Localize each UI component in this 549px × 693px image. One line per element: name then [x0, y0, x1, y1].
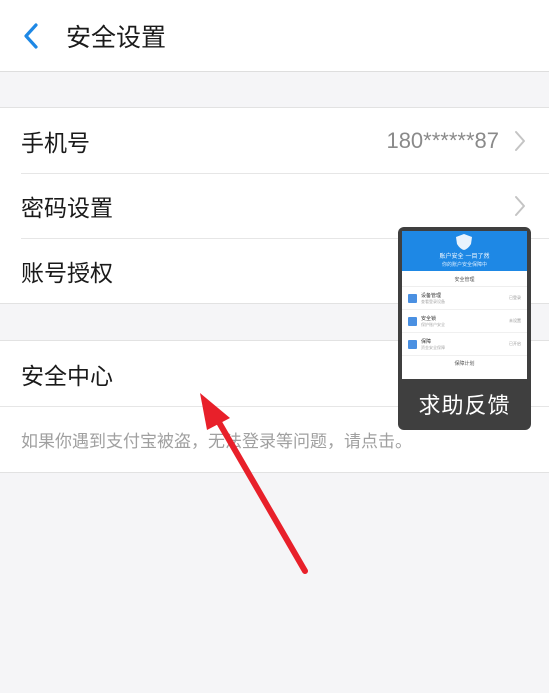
preview-item-desc: 保护账户安全	[421, 321, 445, 327]
preview-banner-line2: 你的账户安全保障中	[441, 262, 487, 268]
help-feedback-label: 求助反馈	[418, 394, 511, 419]
preview-item-desc: 资金安全保障	[421, 344, 445, 350]
phone-number-value: 180******87	[386, 127, 499, 153]
shield-icon	[456, 234, 472, 250]
preview-item-status: 已开启	[509, 341, 521, 346]
chevron-right-icon	[515, 130, 525, 151]
phone-number-label: 手机号	[21, 130, 90, 157]
list-item: 设备管理 查看登录设备 已登录	[402, 287, 527, 310]
preview-section-title: 安全管理	[402, 271, 527, 287]
list-item: 安全锁 保护账户安全 未设置	[402, 310, 527, 333]
nav-header: 安全设置	[0, 0, 549, 72]
chevron-left-icon	[24, 22, 38, 49]
preview-banner: 账户安全 一目了然 你的账户安全保障中	[402, 231, 527, 271]
preview-item-desc: 查看登录设备	[421, 298, 445, 304]
feedback-preview-thumbnail: 账户安全 一目了然 你的账户安全保障中 安全管理 设备管理 查看登录设备 已登录 …	[402, 231, 527, 379]
guarantee-icon	[408, 339, 417, 349]
preview-banner-line1: 账户安全 一目了然	[439, 253, 490, 260]
help-feedback-widget[interactable]: 账户安全 一目了然 你的账户安全保障中 安全管理 设备管理 查看登录设备 已登录 …	[398, 227, 531, 430]
lock-icon	[408, 316, 417, 326]
preview-item-status: 未设置	[509, 318, 521, 323]
security-tip-text: 如果你遇到支付宝被盗，无法登录等问题，请点击。	[21, 432, 412, 452]
preview-item-name: 设备管理	[421, 292, 442, 299]
preview-footer: 保障计划	[454, 361, 475, 367]
password-settings-label: 密码设置	[21, 195, 113, 222]
back-button[interactable]	[0, 0, 62, 72]
preview-item-name: 保障	[421, 338, 432, 345]
page-title: 安全设置	[66, 22, 167, 52]
security-settings-page: 安全设置 手机号 180******87 密码设置 账号授权 安全中心 如果你遇…	[0, 0, 549, 693]
phone-number-row[interactable]: 手机号 180******87	[0, 108, 549, 173]
list-item: 保障 资金安全保障 已开启	[402, 333, 527, 356]
preview-item-status: 已登录	[509, 295, 521, 300]
preview-item-name: 安全锁	[421, 315, 437, 322]
device-icon	[408, 293, 417, 303]
chevron-right-icon	[515, 195, 525, 216]
